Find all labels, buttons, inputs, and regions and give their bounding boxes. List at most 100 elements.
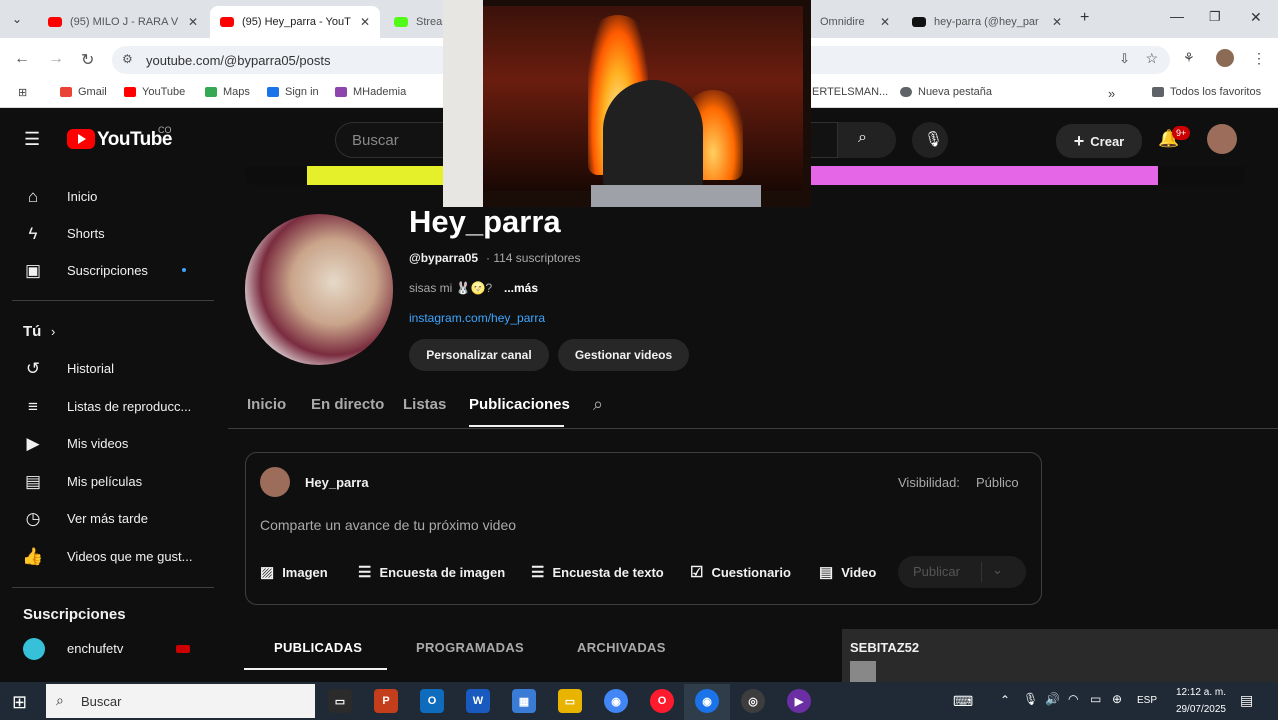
tab-posts[interactable]: Publicaciones [469,396,570,413]
volume-icon[interactable]: 🔊 [1045,692,1060,706]
youtube-logo-icon[interactable] [67,129,95,149]
browser-tab-active[interactable]: (95) Hey_parra - YouT ✕ [210,6,380,38]
clock-date[interactable]: 29/07/2025 [1166,704,1226,715]
bookmark-youtube[interactable]: YouTube [124,86,185,98]
wifi-icon[interactable]: ◠ [1068,692,1078,706]
site-info-icon[interactable]: ⚙ [122,52,133,66]
calculator-icon[interactable]: ▦ [512,689,536,713]
more-link[interactable]: ...más [504,281,538,295]
tab-live[interactable]: En directo [311,396,384,413]
clock-time[interactable]: 12:12 a. m. [1170,687,1226,698]
channel-external-link[interactable]: instagram.com/hey_parra [409,311,545,325]
post-text-input[interactable]: Comparte un avance de tu próximo video [260,517,516,533]
close-tab-icon[interactable]: ✕ [874,15,890,29]
sidebar-item-movies[interactable]: ▤ Mis películas [0,463,215,500]
browser-tab[interactable]: (95) MILO J - RARA V ✕ [38,6,208,38]
bookmark-maps[interactable]: Maps [205,86,250,98]
channel-search-icon[interactable]: ⌕ [593,394,603,415]
subtab-archived[interactable]: ARCHIVADAS [577,640,666,655]
image-button[interactable]: ▨ Imagen [260,562,328,582]
input-language[interactable]: ESP [1137,695,1157,706]
bookmark-new-tab[interactable]: Nueva pestaña [900,86,992,98]
browser-tab[interactable]: hey-parra (@hey_par ✕ [902,6,1072,38]
text-poll-button[interactable]: ☰ Encuesta de texto [531,562,664,582]
profile-avatar[interactable] [1216,49,1234,67]
language-icon[interactable]: ⊕ [1112,692,1122,706]
menu-icon[interactable]: ☰ [24,129,40,150]
customize-channel-button[interactable]: Personalizar canal [409,339,549,371]
bookmark-bertelsmann[interactable]: ERTELSMAN... [812,86,888,98]
forward-icon[interactable]: → [48,50,64,68]
tab-home[interactable]: Inicio [247,396,286,413]
windows-start-icon[interactable]: ⊞ [12,692,27,713]
image-poll-button[interactable]: ☰ Encuesta de imagen [358,562,505,582]
keyboard-icon[interactable]: ⌨ [953,693,973,710]
close-tab-icon[interactable]: ✕ [354,15,370,29]
microphone-icon[interactable]: 🎙 [1023,692,1038,706]
all-bookmarks[interactable]: Todos los favoritos [1152,86,1261,98]
quiz-button[interactable]: ☑ Cuestionario [690,562,791,582]
chrome-icon[interactable]: ◉ [604,689,628,713]
taskview-icon[interactable]: ▭ [328,689,352,713]
subtab-scheduled[interactable]: PROGRAMADAS [416,640,524,655]
voice-search-button[interactable]: 🎙 [912,122,948,158]
channel-avatar-large[interactable] [245,214,393,365]
taskbar-search-input[interactable]: ⌕ Buscar [46,684,315,718]
sidebar-item-your-videos[interactable]: ▶ Mis videos [0,425,215,462]
mhademia-icon [335,87,347,97]
new-tab-icon[interactable]: + [1080,9,1089,27]
browser-menu-icon[interactable]: ⋮ [1252,50,1266,67]
sidebar-item-shorts[interactable]: ϟ Shorts [0,215,215,252]
tab-playlists[interactable]: Listas [403,396,446,413]
create-button[interactable]: + Crear [1056,124,1142,158]
powerpoint-icon[interactable]: P [374,689,398,713]
video-button[interactable]: ▤ Video [819,562,876,582]
opera-icon[interactable]: O [650,689,674,713]
close-window-icon[interactable]: ✕ [1250,9,1262,26]
sidebar-item-playlists[interactable]: ≡ Listas de reproducc... [0,388,215,425]
bookmark-star-icon[interactable]: ☆ [1145,50,1158,67]
reload-icon[interactable]: ↻ [81,50,94,70]
notification-center-icon[interactable]: ▤ [1240,692,1253,709]
battery-icon[interactable]: ▭ [1090,692,1101,706]
sidebar-sub-item[interactable]: enchufetv [0,630,215,667]
minimize-icon[interactable]: — [1170,8,1184,24]
file-explorer-icon[interactable]: ▭ [558,689,582,713]
sidebar-item-liked-videos[interactable]: 👍 Videos que me gust... [0,538,215,575]
apps-icon[interactable]: ⊞ [18,86,27,99]
publish-button[interactable]: Publicar [913,564,960,579]
sidebar-item-history[interactable]: ↺ Historial [0,350,215,387]
show-hidden-icons-icon[interactable]: ⌃ [1000,693,1010,707]
visibility-value[interactable]: Público [976,475,1019,490]
install-app-icon[interactable]: ⇩ [1119,51,1130,67]
obs-icon[interactable]: ◎ [741,689,765,713]
account-avatar[interactable] [1207,124,1237,154]
browser-tab[interactable]: Strea [384,6,444,38]
restore-icon[interactable]: ❐ [1209,9,1221,25]
country-code: CO [158,125,172,135]
search-icon: ⌕ [858,129,867,146]
browser-tab[interactable]: Omnidire ✕ [810,6,900,38]
manage-videos-button[interactable]: Gestionar videos [558,339,689,371]
search-button[interactable]: ⌕ [838,122,896,158]
word-icon[interactable]: W [466,689,490,713]
close-tab-icon[interactable]: ✕ [1046,15,1062,29]
bookmark-mhademia[interactable]: MHademia [335,86,406,98]
subtab-published[interactable]: PUBLICADAS [274,640,362,655]
media-player-icon[interactable]: ▶ [787,689,811,713]
more-bookmarks-icon[interactable]: » [1108,86,1115,101]
tab-search-icon[interactable]: ⌄ [12,12,22,26]
extensions-icon[interactable]: ⚘ [1183,50,1195,66]
outlook-icon[interactable]: O [420,689,444,713]
bookmark-signin[interactable]: Sign in [267,86,319,98]
close-tab-icon[interactable]: ✕ [182,15,198,29]
sidebar-item-watch-later[interactable]: ◷ Ver más tarde [0,500,215,537]
search-icon: ⌕ [56,692,64,708]
bookmark-gmail[interactable]: Gmail [60,86,107,98]
sidebar-item-home[interactable]: ⌂ Inicio [0,178,215,215]
sidebar-item-subscriptions[interactable]: ▣ Suscripciones [0,252,215,289]
back-icon[interactable]: ← [14,50,30,68]
chrome-icon[interactable]: ◉ [695,689,719,713]
schedule-dropdown-icon[interactable]: ⌄ [992,562,1003,578]
sidebar-you-header[interactable]: Tú › [0,313,215,350]
